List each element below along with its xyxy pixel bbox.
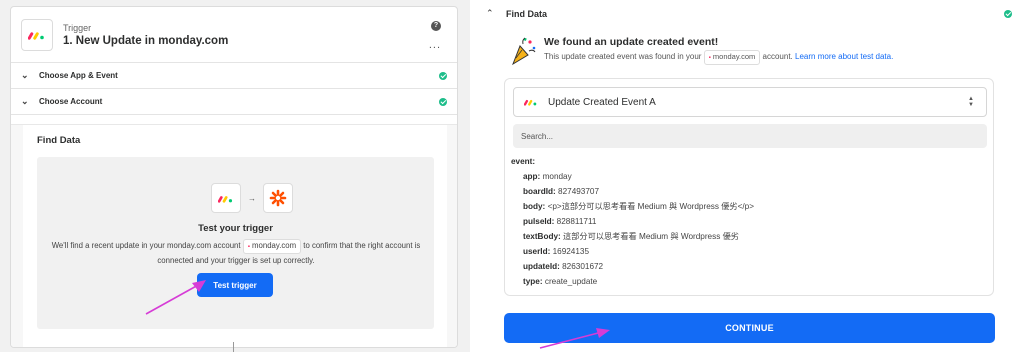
monday-logo-icon: ▪ [708,55,711,61]
list-item: updateId: 826301672 [511,259,754,274]
search-input[interactable] [513,124,987,148]
updown-icon: ▲ ▼ [968,96,974,108]
field-value: create_update [544,277,598,286]
field-key: textBody: [523,232,561,241]
monday-logo-icon [211,183,241,213]
test-trigger-area: → Test your trigger We'll find a recent … [37,157,434,329]
more-icon[interactable]: ... [429,40,441,51]
section-choose-app-event[interactable]: ⌄ Choose App & Event [11,63,457,89]
right-panel: ⌃ Find Data We found an update created e… [470,0,1024,352]
field-value: 827493707 [558,187,600,196]
found-event-description: This update created event was found in y… [544,50,893,65]
continue-button[interactable]: CONTINUE [504,313,995,343]
test-trigger-description: We'll find a recent update in your monda… [51,239,421,268]
field-key: boardId: [523,187,556,196]
find-data-header[interactable]: ⌃ Find Data [470,0,1024,28]
app-pill: ▪ monday.com [242,239,302,254]
event-sample-card: Update Created Event A ▲▼ event: app: mo… [504,78,994,296]
app-pill-label: monday.com [712,52,756,61]
list-item: body: <p>這部分可以思考看看 Medium 與 Wordpress 優劣… [511,199,754,214]
section-label: Choose Account [39,97,103,106]
chevron-down-icon: ⌄ [21,96,29,106]
desc-part: We'll find a recent update in your monda… [51,241,241,250]
event-select-dropdown[interactable]: Update Created Event A ▲ ▼ [513,87,987,117]
list-item: type: create_update [511,274,754,289]
trigger-header[interactable]: Trigger 1. New Update in monday.com ? ..… [11,7,457,63]
zapier-logo-icon [263,183,293,213]
check-circle-icon [439,72,447,80]
field-value: 這部分可以思考看看 Medium 與 Wordpress 優劣 [563,232,739,241]
check-circle-icon [439,98,447,106]
monday-logo-icon [524,99,537,106]
list-item: boardId: 827493707 [511,184,754,199]
app-pill: ▪ monday.com [703,50,761,65]
field-value: 828811711 [556,217,597,226]
test-trigger-button[interactable]: Test trigger [197,273,273,297]
field-key: pulseId: [523,217,555,226]
field-value: monday [542,172,572,181]
found-event-title: We found an update created event! [544,36,719,48]
learn-more-link[interactable]: Learn more about test data. [795,52,893,61]
trigger-step-card: Trigger 1. New Update in monday.com ? ..… [10,6,458,348]
list-item: userId: 16924135 [511,244,754,259]
trigger-kind-label: Trigger [63,22,92,33]
step-connector [233,342,234,352]
field-key: app: [523,172,541,181]
field-value: 16924135 [552,247,590,256]
field-key: userId: [523,247,551,256]
monday-logo-icon [21,18,53,51]
field-key: type: [523,277,543,286]
field-value: <p>這部分可以思考看看 Medium 與 Wordpress 優劣</p> [547,202,754,211]
event-root-label: event: [511,157,536,166]
list-item: textBody: 這部分可以思考看看 Medium 與 Wordpress 優… [511,229,754,244]
monday-logo-icon: ▪ [247,244,250,250]
trigger-title: 1. New Update in monday.com [63,34,229,47]
field-value: 826301672 [562,262,604,271]
left-panel: Trigger 1. New Update in monday.com ? ..… [0,0,470,352]
app-icon-pair: → [211,183,293,213]
list-item: pulseId: 828811711 [511,214,754,229]
find-data-section: Find Data → Test your trigger We'll find… [11,124,457,347]
list-item: app: monday [511,169,754,184]
test-trigger-title: Test your trigger [198,223,273,234]
desc-part: account. [762,52,793,61]
section-choose-account[interactable]: ⌄ Choose Account [11,89,457,115]
chevron-up-icon: ⌃ [486,8,494,18]
check-circle-icon [1004,10,1012,18]
event-fields-list: event: app: monday boardId: 827493707 bo… [511,154,754,289]
field-key: updateId: [523,262,560,271]
field-key: body: [523,202,546,211]
find-data-title: Find Data [506,9,548,19]
app-pill-label: monday.com [252,241,297,250]
arrow-right-icon: → [248,193,256,203]
chevron-down-icon: ⌄ [21,70,29,80]
desc-part: This update created event was found in y… [544,52,702,61]
section-label: Choose App & Event [39,71,118,80]
selected-event-label: Update Created Event A [548,96,656,108]
party-popper-icon [512,37,536,66]
find-data-label: Find Data [37,135,81,146]
find-data-box: Find Data → Test your trigger We'll find… [23,125,447,347]
help-icon[interactable]: ? [431,21,441,31]
